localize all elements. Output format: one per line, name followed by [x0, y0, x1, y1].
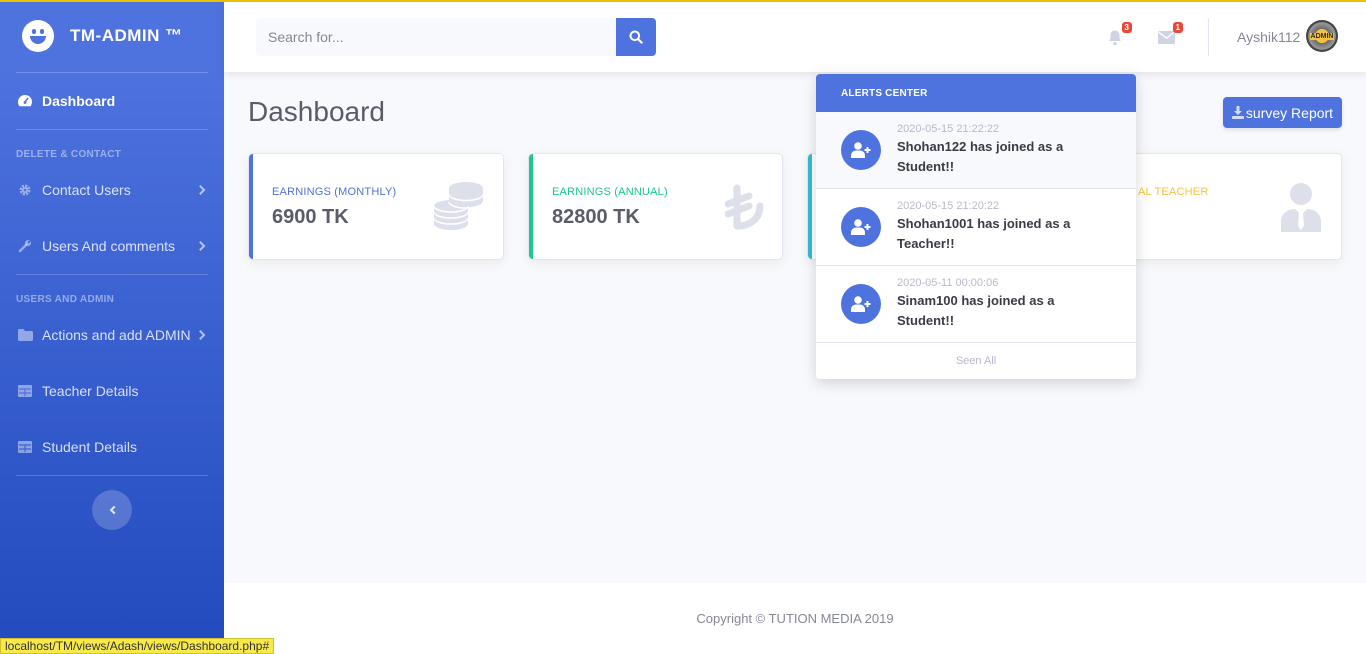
- alert-date: 2020-05-15 21:20:22: [897, 200, 1000, 212]
- sidebar-item-label: Actions and add ADMIN: [42, 327, 191, 343]
- topbar-divider: [1208, 18, 1209, 56]
- sidebar-item-label: Users And comments: [42, 238, 176, 254]
- table-icon: [16, 440, 34, 454]
- sidebar-item-label: Contact Users: [42, 182, 131, 198]
- coins-icon: [433, 182, 484, 230]
- gear-icon: [16, 183, 34, 197]
- user-plus-icon: [841, 207, 881, 247]
- folder-icon: [16, 328, 34, 342]
- earnings-annual-card: EARNINGS (ANNUAL) 82800 TK: [528, 153, 783, 260]
- card-accent: [529, 154, 533, 259]
- bell-icon: [1109, 30, 1121, 45]
- sidebar-item-users-comments[interactable]: Users And comments: [0, 218, 224, 274]
- messages-button[interactable]: 1: [1155, 22, 1183, 48]
- top-accent-line: [0, 0, 1366, 2]
- card-value: 6900 TK: [272, 206, 349, 228]
- alert-message: Shohan122 has joined as a Student!!: [897, 139, 1064, 174]
- avatar-label: ADMIN: [1309, 32, 1335, 40]
- alerts-dropdown: ALERTS CENTER 2020-05-15 21:22:22 Shohan…: [816, 74, 1136, 379]
- search-input[interactable]: [256, 18, 616, 56]
- card-accent: [808, 154, 812, 259]
- card-label: AL TEACHER: [1138, 186, 1209, 198]
- card-value: 82800 TK: [552, 206, 640, 228]
- sidebar-item-student-details[interactable]: Student Details: [0, 419, 224, 475]
- sidebar: TM-ADMIN ™ Dashboard DELETE & CONTACT Co…: [0, 0, 224, 654]
- table-icon: [16, 384, 34, 398]
- alerts-header: ALERTS CENTER: [816, 74, 1136, 112]
- sidebar-heading: USERS AND ADMIN: [16, 294, 115, 305]
- sidebar-toggle-button[interactable]: [92, 490, 132, 530]
- avatar[interactable]: ADMIN: [1306, 20, 1338, 52]
- alerts-button[interactable]: 3: [1104, 22, 1132, 48]
- browser-status-url: localhost/TM/views/Adash/views/Dashboard…: [0, 638, 275, 654]
- chevron-right-icon: [195, 241, 206, 251]
- page-title: Dashboard: [248, 96, 385, 127]
- sidebar-heading: DELETE & CONTACT: [16, 149, 122, 160]
- copyright-text: Copyright © TUTION MEDIA 2019: [696, 611, 894, 626]
- card-label: EARNINGS (MONTHLY): [272, 186, 397, 198]
- topbar: 3 1 Ayshik112 ADMIN: [224, 2, 1366, 72]
- user-plus-icon: [841, 130, 881, 170]
- alert-message: Shohan1001 has joined as a Teacher!!: [897, 216, 1071, 251]
- survey-report-label: survey Report: [1245, 104, 1334, 121]
- chevron-left-icon: [109, 505, 118, 515]
- tachometer-icon: [16, 94, 34, 108]
- survey-report-button[interactable]: survey Report: [1223, 97, 1342, 128]
- sidebar-item-actions-admin[interactable]: Actions and add ADMIN: [0, 307, 224, 363]
- sidebar-item-contact-users[interactable]: Contact Users: [0, 162, 224, 218]
- chevron-right-icon: [195, 185, 206, 195]
- card-accent: [249, 154, 253, 259]
- sidebar-item-dashboard[interactable]: Dashboard: [0, 73, 224, 129]
- download-icon: [1231, 106, 1244, 119]
- sidebar-item-label: Student Details: [42, 439, 137, 455]
- laugh-logo-icon: [22, 20, 54, 52]
- alert-message: Sinam100 has joined as a Student!!: [897, 293, 1055, 328]
- wrench-icon: [16, 239, 34, 253]
- search-form: [256, 18, 656, 56]
- sidebar-item-label: Dashboard: [42, 93, 116, 109]
- sidebar-item-label: Teacher Details: [42, 383, 139, 399]
- alert-item[interactable]: 2020-05-15 21:22:22 Shohan122 has joined…: [816, 112, 1136, 189]
- alert-date: 2020-05-11 00:00:06: [897, 277, 999, 289]
- card-label: EARNINGS (ANNUAL): [552, 186, 668, 198]
- sidebar-item-teacher-details[interactable]: Teacher Details: [0, 363, 224, 419]
- sidebar-divider: [16, 475, 208, 476]
- brand[interactable]: TM-ADMIN ™: [0, 0, 224, 72]
- seen-all-link[interactable]: Seen All: [816, 343, 1136, 379]
- user-name[interactable]: Ayshik112: [1237, 29, 1300, 45]
- user-plus-icon: [841, 284, 881, 324]
- lira-sign-icon: [725, 184, 764, 230]
- footer: Copyright © TUTION MEDIA 2019: [224, 583, 1366, 654]
- envelope-icon: [1157, 30, 1175, 44]
- alert-item[interactable]: 2020-05-11 00:00:06 Sinam100 has joined …: [816, 266, 1136, 343]
- alert-date: 2020-05-15 21:22:22: [897, 123, 1000, 135]
- user-tie-icon: [1281, 183, 1321, 232]
- chevron-right-icon: [195, 330, 206, 340]
- alerts-count-badge: 3: [1121, 22, 1132, 33]
- brand-name: TM-ADMIN ™: [70, 26, 183, 45]
- earnings-monthly-card: EARNINGS (MONTHLY) 6900 TK: [248, 153, 504, 260]
- search-icon: [629, 30, 643, 44]
- messages-count-badge: 1: [1172, 22, 1183, 33]
- search-button[interactable]: [616, 18, 656, 56]
- alert-item[interactable]: 2020-05-15 21:20:22 Shohan1001 has joine…: [816, 189, 1136, 266]
